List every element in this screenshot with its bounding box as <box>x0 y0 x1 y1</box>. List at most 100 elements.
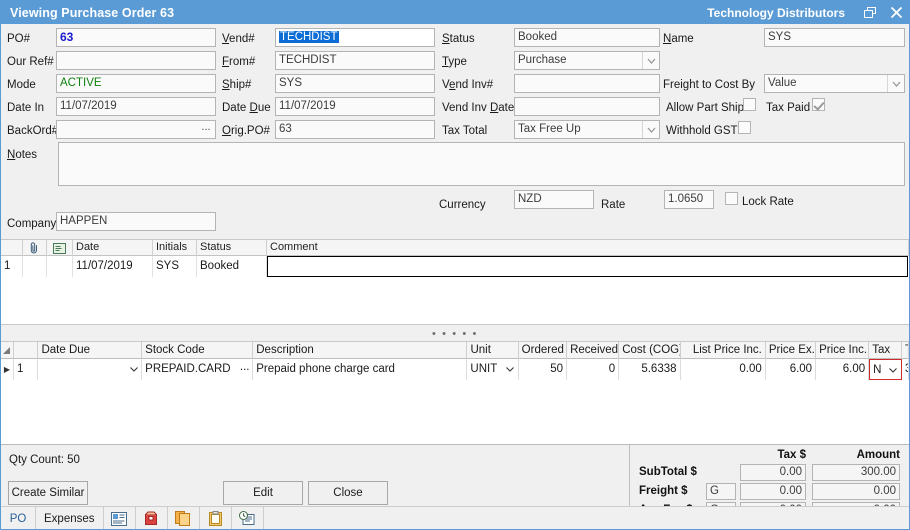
close-button[interactable]: Close <box>308 481 388 505</box>
name-field[interactable]: SYS <box>764 28 905 47</box>
freight-to-cost-by-value: Value <box>768 77 797 89</box>
edit-button[interactable]: Edit <box>223 481 303 505</box>
freight-to-cost-by-combo[interactable]: Value <box>764 74 905 93</box>
vend-number-field[interactable]: TECHDIST <box>275 28 435 47</box>
history-icon[interactable] <box>232 507 264 530</box>
currency-field[interactable]: NZD <box>514 190 594 209</box>
mode-field[interactable]: ACTIVE <box>56 74 216 93</box>
title-bar: Viewing Purchase Order 63 Technology Dis… <box>1 1 909 24</box>
grid-splitter[interactable]: • • • • • <box>1 327 909 341</box>
line-row-date-due[interactable] <box>38 359 142 380</box>
status-field[interactable]: Booked <box>514 28 660 47</box>
company-title: Technology Distributors <box>707 6 857 20</box>
line-items-grid: Date Due Stock Code Description Unit Ord… <box>1 341 909 445</box>
line-col-price-inc[interactable]: Price Inc. <box>816 342 869 359</box>
line-row-received[interactable]: 0 <box>567 359 619 380</box>
line-row-ordered[interactable]: 50 <box>519 359 567 380</box>
date-in-field[interactable]: 11/07/2019 <box>56 97 216 116</box>
chevron-down-icon[interactable] <box>505 363 516 375</box>
clipboard-icon[interactable] <box>200 507 232 530</box>
line-col-stock-code[interactable]: Stock Code <box>142 342 253 359</box>
line-col-received[interactable]: Received <box>567 342 619 359</box>
notes-field[interactable] <box>58 142 905 186</box>
company-field[interactable]: HAPPEN <box>56 212 216 231</box>
comment-row-note[interactable] <box>47 256 73 277</box>
comment-grid: Date Initials Status Comment 1 11/07/201… <box>1 239 909 325</box>
details-icon[interactable] <box>104 507 136 530</box>
comment-row-comment[interactable] <box>267 256 908 277</box>
chevron-down-icon[interactable] <box>642 121 659 138</box>
close-icon[interactable] <box>883 1 909 24</box>
tab-expenses[interactable]: Expenses <box>35 507 104 530</box>
line-col-cost-cog[interactable]: Cost (COG) <box>619 342 680 359</box>
label-tax-paid: Tax Paid <box>766 102 810 115</box>
backord-lookup-icon[interactable]: ... <box>199 121 213 138</box>
line-col-date-due[interactable]: Date Due <box>38 342 142 359</box>
line-col-tax[interactable]: Tax <box>869 342 902 359</box>
line-row-price-ex[interactable]: 6.00 <box>766 359 816 380</box>
line-col-price-ex[interactable]: Price Ex. <box>766 342 816 359</box>
create-similar-button[interactable]: Create Similar <box>8 481 88 505</box>
comment-row-status[interactable]: Booked <box>197 256 267 277</box>
chevron-down-icon[interactable] <box>887 75 904 92</box>
chevron-down-icon[interactable] <box>642 52 659 69</box>
tab-po[interactable]: PO <box>1 507 35 530</box>
vend-inv-field[interactable] <box>514 74 660 93</box>
comment-grid-row[interactable]: 1 11/07/2019 SYS Booked <box>1 256 909 277</box>
backord-field[interactable]: ... <box>56 120 216 139</box>
line-row-total[interactable]: 300.00 <box>902 359 909 380</box>
ship-number-field[interactable]: SYS <box>275 74 435 93</box>
tax-total-combo-value: Tax Free Up <box>518 123 581 135</box>
purchase-order-window: Viewing Purchase Order 63 Technology Dis… <box>0 0 910 530</box>
line-row-cost-cog[interactable]: 5.6338 <box>619 359 680 380</box>
rate-field[interactable]: 1.0650 <box>664 190 714 209</box>
line-col-total[interactable]: Total <box>902 342 909 359</box>
delivery-icon[interactable] <box>136 507 168 530</box>
comment-row-attach[interactable] <box>23 256 47 277</box>
line-col-list-price-inc[interactable]: List Price Inc. <box>681 342 766 359</box>
from-number-field[interactable]: TECHDIST <box>275 51 435 70</box>
totals-freight-amount[interactable]: 0.00 <box>812 483 900 500</box>
comment-col-status[interactable]: Status <box>197 240 267 256</box>
select-all-corner-icon[interactable] <box>1 342 14 359</box>
totals-freight-code[interactable]: G <box>706 483 736 500</box>
comment-col-initials[interactable]: Initials <box>153 240 197 256</box>
label-name: Name <box>663 33 694 46</box>
vend-inv-date-field[interactable] <box>514 97 660 116</box>
comment-col-date[interactable]: Date <box>73 240 153 256</box>
date-due-field[interactable]: 11/07/2019 <box>275 97 435 116</box>
tax-paid-checkbox[interactable] <box>812 98 825 111</box>
comment-row-initials[interactable]: SYS <box>153 256 197 277</box>
restore-window-icon[interactable] <box>857 1 883 24</box>
chevron-down-icon[interactable] <box>128 363 139 375</box>
line-grid-header: Date Due Stock Code Description Unit Ord… <box>1 342 909 359</box>
comment-row-date[interactable]: 11/07/2019 <box>73 256 153 277</box>
label-vend-number: Vend# <box>222 33 255 46</box>
stock-code-lookup-icon[interactable]: ... <box>239 361 250 373</box>
lock-rate-checkbox[interactable] <box>725 192 738 205</box>
line-grid-row[interactable]: ▶ 1 PREPAID.CARD ... Prepaid phone charg… <box>1 359 909 380</box>
line-row-list-price-inc[interactable]: 0.00 <box>681 359 766 380</box>
chevron-down-icon[interactable] <box>888 364 899 376</box>
po-number-field[interactable]: 63 <box>56 28 216 47</box>
allow-part-ship-checkbox[interactable] <box>743 98 756 111</box>
line-col-unit[interactable]: Unit <box>467 342 518 359</box>
line-row-description[interactable]: Prepaid phone charge card <box>253 359 467 380</box>
line-row-tax[interactable]: N <box>869 359 902 380</box>
comment-col-comment[interactable]: Comment <box>267 240 909 256</box>
attachment-icon[interactable] <box>23 240 47 256</box>
copy-icon[interactable] <box>168 507 200 530</box>
line-col-description[interactable]: Description <box>253 342 467 359</box>
orig-po-field[interactable]: 63 <box>275 120 435 139</box>
tax-total-combo[interactable]: Tax Free Up <box>514 120 660 139</box>
line-col-ordered[interactable]: Ordered <box>519 342 567 359</box>
line-row-price-inc[interactable]: 6.00 <box>816 359 869 380</box>
label-date-due: Date Due <box>222 102 271 115</box>
note-icon[interactable] <box>47 240 73 256</box>
totals-freight-tax[interactable]: 0.00 <box>740 483 806 500</box>
our-ref-field[interactable] <box>56 51 216 70</box>
type-combo[interactable]: Purchase <box>514 51 660 70</box>
line-row-stock-code[interactable]: PREPAID.CARD ... <box>142 359 253 380</box>
withhold-gst-checkbox[interactable] <box>738 121 751 134</box>
line-row-unit[interactable]: UNIT <box>467 359 518 380</box>
